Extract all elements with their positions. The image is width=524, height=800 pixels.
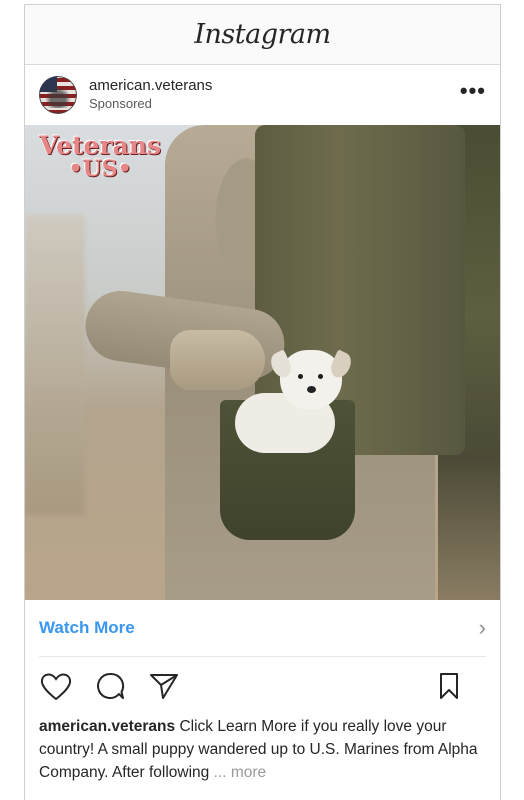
- caption-ellipsis: ...: [213, 764, 227, 781]
- action-bar: [25, 657, 500, 715]
- brand-line2: •US•: [68, 156, 132, 182]
- heart-icon[interactable]: [39, 669, 73, 703]
- caption: american.veterans Click Learn More if yo…: [25, 715, 500, 784]
- app-header: Instagram: [25, 5, 500, 65]
- user-block: american.veterans Sponsored: [89, 77, 212, 113]
- chevron-right-icon[interactable]: ›: [479, 615, 486, 641]
- puppy-nose: [307, 386, 316, 393]
- post-username[interactable]: american.veterans: [89, 77, 212, 95]
- watch-more-bar[interactable]: Watch More ›: [39, 600, 486, 657]
- share-icon[interactable]: [147, 669, 181, 703]
- caption-username[interactable]: american.veterans: [39, 718, 175, 735]
- watch-more-link[interactable]: Watch More: [39, 618, 135, 638]
- brand-line1: Veterans: [39, 131, 162, 160]
- sponsored-label: Sponsored: [89, 96, 152, 111]
- instagram-logo[interactable]: Instagram: [194, 19, 331, 50]
- post-image[interactable]: Veterans •US•: [25, 125, 500, 600]
- instagram-frame: Instagram american.veterans Sponsored ••…: [24, 4, 501, 800]
- avatar[interactable]: [39, 76, 77, 114]
- puppy-head: [280, 350, 342, 410]
- bookmark-icon[interactable]: [432, 669, 466, 703]
- puppy-eye: [298, 374, 303, 379]
- puppy-eye: [318, 374, 323, 379]
- more-options-icon[interactable]: •••: [460, 80, 486, 102]
- soldier-glove: [170, 330, 265, 390]
- comment-icon[interactable]: [93, 669, 127, 703]
- background-soldiers: [25, 215, 85, 515]
- post-header: american.veterans Sponsored •••: [25, 65, 500, 125]
- caption-more-link[interactable]: more: [231, 764, 266, 781]
- brand-watermark: Veterans •US•: [39, 133, 161, 180]
